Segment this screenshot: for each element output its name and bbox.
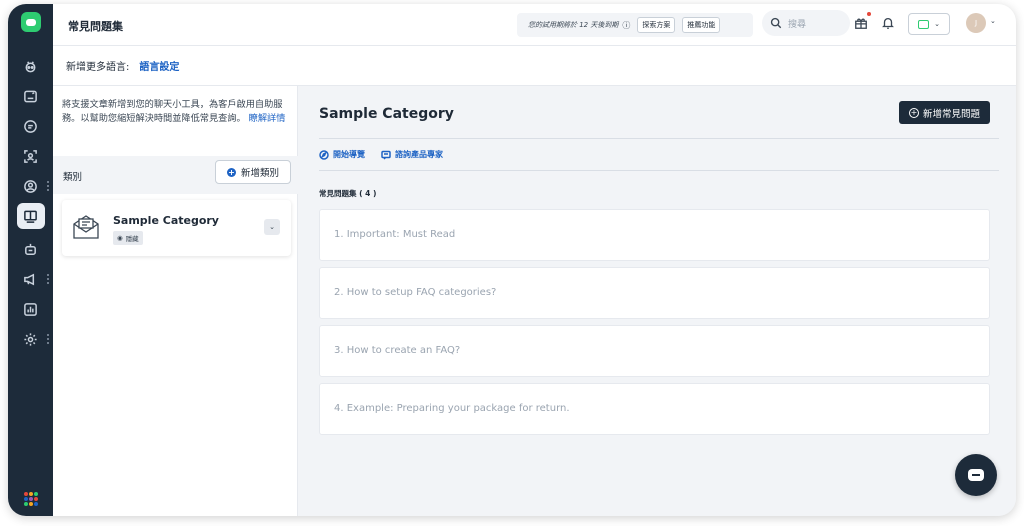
chevron-down-icon: ⌄ xyxy=(934,20,940,28)
start-tour-link[interactable]: 開始導覽 xyxy=(319,149,365,160)
app-grid-icon[interactable] xyxy=(24,492,38,506)
action-links: 開始導覽 諮詢產品專家 xyxy=(319,149,443,160)
language-bar: 新增更多語言: 語言設定 xyxy=(53,46,1016,86)
faq-title: 1. Important: Must Read xyxy=(334,229,456,240)
bell-icon[interactable] xyxy=(880,15,896,31)
start-tour-label: 開始導覽 xyxy=(333,150,365,159)
left-navigation-rail xyxy=(8,4,53,516)
faq-item[interactable]: 2. How to setup FAQ categories? xyxy=(319,267,990,319)
app-window: 常見問題集 您的試用期將於 12 天後到期 ⓘ 探索方案 推薦功能 搜尋 ⌄ J… xyxy=(8,4,1016,516)
faq-item[interactable]: 3. How to create an FAQ? xyxy=(319,325,990,377)
knowledge-book-icon[interactable] xyxy=(8,203,53,229)
status-badge: ◉ 隱藏 xyxy=(113,231,143,245)
brand-logo-icon[interactable] xyxy=(21,12,41,32)
monitor-icon xyxy=(918,19,930,29)
compass-icon xyxy=(319,149,329,160)
bot-builder-icon[interactable] xyxy=(8,237,53,261)
category-panel: 將支援文章新增到您的聊天小工具，為客戶啟用自助服務。以幫助您縮短解決時間並降低常… xyxy=(53,86,298,516)
consult-expert-label: 諮詢產品專家 xyxy=(395,150,443,159)
chat-icon xyxy=(381,150,391,160)
language-settings-link[interactable]: 語言設定 xyxy=(139,58,179,73)
add-category-button[interactable]: + 新增類別 xyxy=(215,160,291,184)
search-placeholder: 搜尋 xyxy=(788,19,807,30)
consult-expert-link[interactable]: 諮詢產品專家 xyxy=(381,149,443,160)
categories-label: 類別 xyxy=(63,172,83,183)
top-header: 常見問題集 您的試用期將於 12 天後到期 ⓘ 探索方案 推薦功能 搜尋 ⌄ J… xyxy=(53,4,1016,46)
envelope-icon xyxy=(71,212,101,242)
page-title: 常見問題集 xyxy=(68,20,123,33)
gift-icon[interactable] xyxy=(853,15,869,31)
chat-bubble-icon xyxy=(968,469,984,481)
add-faq-label: 新增常見問題 xyxy=(922,108,980,120)
explore-plans-button[interactable]: 探索方案 xyxy=(637,17,676,33)
trial-text: 您的試用期將於 12 天後到期 xyxy=(528,21,619,29)
chevron-down-icon[interactable]: ⌄ xyxy=(990,17,996,25)
category-name: Sample Category xyxy=(113,214,219,227)
divider xyxy=(319,170,999,171)
scan-user-icon[interactable] xyxy=(8,144,53,168)
notification-dot xyxy=(867,12,871,16)
eye-icon: ◉ xyxy=(117,234,123,242)
plus-circle-icon: + xyxy=(226,167,236,177)
faq-main: Sample Category + 新增常見問題 開始導覽 諮詢產品專家 常見問… xyxy=(299,86,1016,516)
divider xyxy=(319,138,999,139)
inbox-icon[interactable] xyxy=(8,84,53,108)
avatar[interactable]: J xyxy=(966,13,986,33)
faq-item[interactable]: 1. Important: Must Read xyxy=(319,209,990,261)
chat-launcher-button[interactable] xyxy=(955,454,997,496)
search-input[interactable]: 搜尋 xyxy=(762,10,850,36)
plus-circle-icon: + xyxy=(908,107,919,118)
category-heading: Sample Category xyxy=(319,106,454,122)
status-label: 隱藏 xyxy=(125,235,139,243)
faq-title: 3. How to create an FAQ? xyxy=(334,345,461,356)
search-icon xyxy=(770,17,782,29)
chevron-down-icon[interactable]: ⌄ xyxy=(264,219,280,235)
widget-preview-button[interactable]: ⌄ xyxy=(908,13,950,35)
add-category-label: 新增類別 xyxy=(240,168,279,179)
settings-more-icon[interactable] xyxy=(47,334,49,344)
bot-icon[interactable] xyxy=(8,54,53,78)
message-icon[interactable] xyxy=(8,114,53,138)
faq-item[interactable]: 4. Example: Preparing your package for r… xyxy=(319,383,990,435)
category-card[interactable]: Sample Category ◉ 隱藏 ⌄ xyxy=(62,200,291,256)
trial-banner: 您的試用期將於 12 天後到期 ⓘ 探索方案 推薦功能 xyxy=(517,13,753,37)
campaign-more-icon[interactable] xyxy=(47,274,49,284)
faq-count-label: 常見問題集 ( 4 ) xyxy=(319,189,377,198)
recommend-features-button[interactable]: 推薦功能 xyxy=(682,17,721,33)
add-language-label: 新增更多語言: xyxy=(66,62,130,73)
contacts-more-icon[interactable] xyxy=(47,181,49,191)
analytics-icon[interactable] xyxy=(8,297,53,321)
info-icon[interactable]: ⓘ xyxy=(622,20,630,31)
category-header: 類別 + 新增類別 xyxy=(53,156,298,194)
faq-title: 2. How to setup FAQ categories? xyxy=(334,287,497,298)
intro-text: 將支援文章新增到您的聊天小工具，為客戶啟用自助服務。以幫助您縮短解決時間並降低常… xyxy=(62,98,294,126)
learn-more-link[interactable]: 瞭解詳情 xyxy=(249,113,286,124)
faq-title: 4. Example: Preparing your package for r… xyxy=(334,403,570,414)
add-faq-button[interactable]: + 新增常見問題 xyxy=(899,101,990,124)
